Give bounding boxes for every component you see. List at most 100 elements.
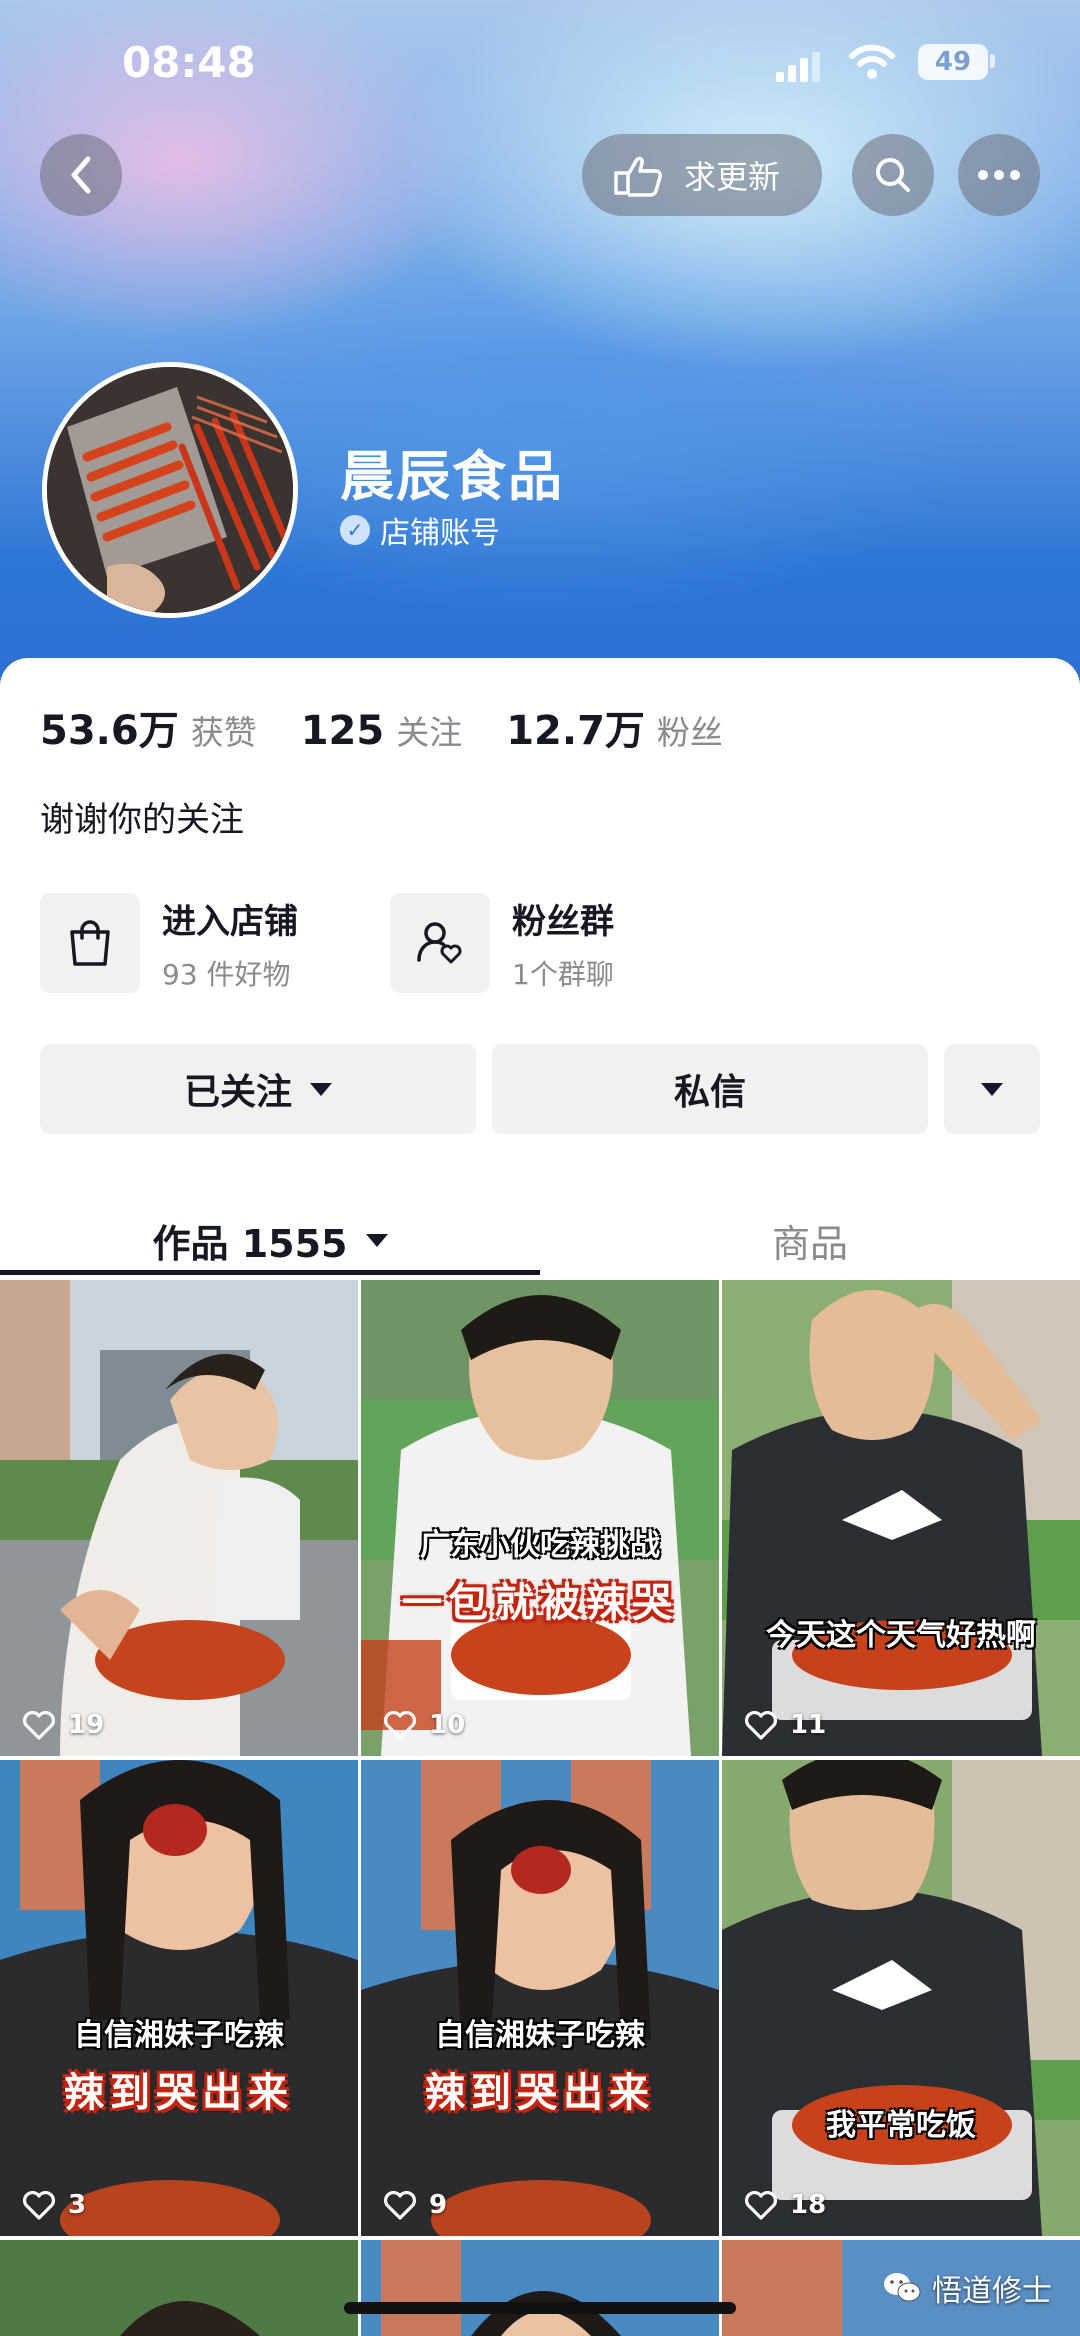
like-count-value: 19	[68, 1710, 105, 1740]
heart-icon	[384, 1711, 416, 1740]
home-indicator[interactable]	[344, 2302, 736, 2314]
heart-icon	[23, 1711, 55, 1740]
video-caption-top: 自信湘妹子吃辣	[435, 2018, 645, 2053]
like-count-value: 11	[790, 1710, 827, 1740]
battery-indicator: 49	[918, 44, 988, 80]
caret-down-icon	[981, 1082, 1003, 1096]
like-count-value: 10	[429, 1710, 466, 1740]
followed-button[interactable]: 已关注	[40, 1044, 476, 1134]
watermark: 悟道修士	[882, 2266, 1052, 2310]
fan-group-title: 粉丝群	[512, 901, 614, 942]
heart-icon	[23, 2191, 55, 2220]
like-count: 18	[744, 2190, 826, 2220]
tab-goods[interactable]: 商品	[540, 1190, 1080, 1290]
tab-works-label: 作品 1555	[152, 1221, 348, 1266]
status-time: 08:48	[122, 38, 256, 87]
video-thumbnail[interactable]: 我平常吃饭 18	[722, 1760, 1080, 2236]
like-count-value: 18	[790, 2190, 827, 2220]
verified-badge[interactable]: ✓ 店铺账号	[340, 508, 500, 552]
back-button[interactable]	[40, 134, 122, 216]
search-icon	[876, 158, 910, 192]
heart-icon	[745, 2191, 777, 2220]
hand-pointer-icon	[614, 156, 662, 197]
video-thumbnail[interactable]: 自信湘妹子吃辣 辣到哭出来 9	[361, 1760, 719, 2236]
video-caption-main: 辣到哭出来	[425, 2070, 655, 2116]
chevron-left-icon	[71, 156, 91, 194]
message-label: 私信	[673, 1072, 746, 1113]
video-caption-top: 广东小伙吃辣挑战	[420, 1528, 660, 1563]
video-caption-main: 辣到哭出来	[64, 2070, 294, 2116]
watermark-text: 悟道修士	[932, 2274, 1052, 2309]
more-options-button[interactable]	[958, 134, 1040, 216]
stat-following-label: 关注	[396, 713, 463, 752]
shop-name: 晨辰食品	[340, 445, 564, 508]
video-thumbnail-image	[361, 1760, 719, 2236]
stat-likes-label: 获赞	[190, 713, 257, 752]
like-count-value: 3	[68, 2190, 87, 2220]
heart-icon	[384, 2191, 416, 2220]
verified-check-icon: ✓	[340, 515, 370, 545]
video-thumbnail[interactable]	[0, 2240, 358, 2336]
like-count: 19	[22, 1710, 104, 1740]
video-thumbnail[interactable]: 19	[0, 1280, 358, 1756]
signal-icon	[776, 52, 820, 82]
video-thumbnail[interactable]: 自信湘妹子吃辣 辣到哭出来 3	[0, 1760, 358, 2236]
status-bar: 08:48 49	[0, 0, 1080, 130]
stat-followers-label: 粉丝	[656, 713, 723, 752]
like-count: 10	[383, 1710, 465, 1740]
video-thumbnail-image	[0, 1760, 358, 2236]
search-button[interactable]	[852, 134, 934, 216]
request-update-button[interactable]: 求更新	[582, 134, 822, 216]
avatar[interactable]	[42, 362, 298, 618]
avatar-image	[47, 367, 293, 613]
video-thumbnail-image	[361, 1280, 719, 1756]
message-button[interactable]: 私信	[492, 1044, 928, 1134]
like-count: 11	[744, 1710, 826, 1740]
stat-following-value: 125	[300, 708, 385, 754]
caret-down-icon	[365, 1233, 388, 1247]
profile-tabs: 作品 1555 商品	[0, 1190, 1080, 1294]
tab-goods-label: 商品	[771, 1221, 848, 1266]
video-thumbnail[interactable]: 广东小伙吃辣挑战 一包就被辣哭 10	[361, 1280, 719, 1756]
video-thumbnail-image	[0, 2240, 358, 2336]
tab-active-indicator	[0, 1270, 540, 1275]
video-thumbnail[interactable]: 今天这个天气好热啊 11	[722, 1280, 1080, 1756]
followed-label: 已关注	[183, 1072, 292, 1113]
caret-down-icon	[310, 1082, 332, 1096]
profile-bio: 谢谢你的关注	[40, 800, 244, 840]
heart-icon	[745, 1711, 777, 1740]
account-type-label: 店铺账号	[380, 516, 500, 551]
wifi-icon	[849, 44, 895, 79]
video-thumbnail-image	[0, 1280, 358, 1756]
battery-tip	[990, 54, 995, 68]
more-dots-icon	[978, 170, 1020, 180]
fan-group-subtitle: 1个群聊	[512, 957, 614, 991]
video-caption-top: 今天这个天气好热啊	[766, 1618, 1036, 1653]
profile-stats: 53.6万 获赞 125 关注 12.7万 粉丝	[40, 698, 767, 756]
enter-shop-title: 进入店铺	[162, 901, 298, 942]
like-count-value: 9	[429, 2190, 448, 2220]
enter-shop-entry[interactable]: 进入店铺 93 件好物	[40, 893, 298, 993]
stat-likes[interactable]: 53.6万 获赞	[40, 698, 257, 756]
video-thumbnail[interactable]	[361, 2240, 719, 2336]
fan-group-entry[interactable]: 粉丝群 1个群聊	[390, 893, 614, 993]
fan-group-icon	[390, 893, 490, 993]
stat-followers-value: 12.7万	[506, 708, 645, 754]
video-caption-top: 自信湘妹子吃辣	[74, 2018, 284, 2053]
request-update-label: 求更新	[684, 158, 781, 196]
stat-followers[interactable]: 12.7万 粉丝	[506, 698, 723, 756]
enter-shop-subtitle: 93 件好物	[162, 957, 291, 991]
like-count: 9	[383, 2190, 447, 2220]
like-count: 3	[22, 2190, 86, 2220]
video-thumbnail-image	[722, 1760, 1080, 2236]
shopping-bag-icon	[40, 893, 140, 993]
stat-following[interactable]: 125 关注	[301, 706, 463, 754]
video-thumbnail-image	[361, 2240, 719, 2336]
more-actions-dropdown[interactable]	[944, 1044, 1040, 1134]
wechat-icon	[884, 2273, 921, 2302]
video-caption-top: 我平常吃饭	[826, 2108, 976, 2143]
stat-likes-value: 53.6万	[40, 708, 179, 754]
tab-works[interactable]: 作品 1555	[0, 1190, 540, 1290]
video-thumbnail-image	[722, 1280, 1080, 1756]
video-caption-main: 一包就被辣哭	[402, 1580, 678, 1626]
